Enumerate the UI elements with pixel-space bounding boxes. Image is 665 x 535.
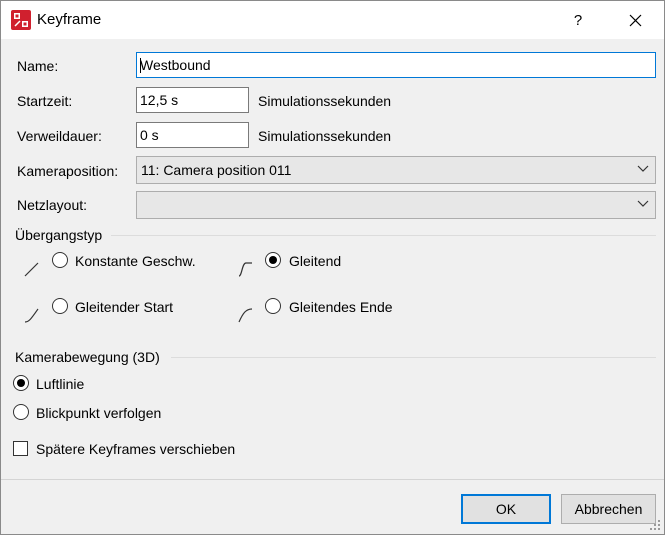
name-value: Westbound — [140, 57, 211, 73]
shift-keyframes-label: Spätere Keyframes verschieben — [36, 441, 236, 457]
transition-smooth-radio[interactable] — [265, 252, 281, 268]
start-time-input[interactable]: 12,5 s — [136, 87, 249, 113]
camera-position-label: Kameraposition: — [17, 163, 119, 179]
transition-linear-radio[interactable] — [52, 252, 68, 268]
dwell-time-unit: Simulationssekunden — [258, 128, 392, 144]
transition-ease-in-label: Gleitender Start — [75, 299, 174, 315]
name-label: Name: — [17, 58, 59, 74]
smooth-curve-icon — [238, 262, 252, 277]
start-time-unit: Simulationssekunden — [258, 93, 392, 109]
help-button[interactable]: ? — [556, 1, 600, 39]
start-time-label: Startzeit: — [17, 93, 73, 109]
camera-position-select[interactable]: 11: Camera position 011 — [136, 156, 656, 184]
app-logo-icon — [11, 10, 31, 30]
chevron-down-icon — [637, 200, 649, 207]
cancel-button[interactable]: Abbrechen — [561, 494, 656, 524]
transition-group-label: Übergangstyp — [15, 227, 103, 243]
camera-motion-group-label: Kamerabewegung (3D) — [15, 349, 160, 365]
dwell-time-value: 0 s — [140, 127, 159, 143]
ease-in-curve-icon — [24, 308, 39, 323]
camera-motion-straight-radio[interactable] — [13, 375, 29, 391]
camera-position-value: 11: Camera position 011 — [141, 162, 292, 178]
window-title: Keyframe — [37, 11, 102, 28]
name-input[interactable]: Westbound — [136, 52, 656, 78]
net-layout-select[interactable] — [136, 191, 656, 219]
shift-keyframes-checkbox[interactable] — [13, 441, 28, 456]
dwell-time-label: Verweildauer: — [17, 128, 102, 144]
ok-button[interactable]: OK — [461, 494, 551, 524]
keyframe-dialog: Keyframe ? Name: Westbound Startzeit: 12… — [0, 0, 665, 535]
transition-ease-in-radio[interactable] — [52, 298, 68, 314]
linear-curve-icon — [24, 262, 39, 277]
net-layout-label: Netzlayout: — [17, 197, 88, 213]
title-bar: Keyframe ? — [1, 1, 664, 39]
camera-motion-follow-label: Blickpunkt verfolgen — [36, 405, 162, 421]
start-time-value: 12,5 s — [140, 92, 179, 108]
ease-out-curve-icon — [238, 308, 253, 323]
group-divider — [171, 357, 656, 358]
close-button[interactable] — [613, 1, 657, 39]
footer-divider — [1, 479, 664, 480]
resize-grip-icon[interactable] — [649, 519, 661, 531]
transition-ease-out-label: Gleitendes Ende — [289, 299, 393, 315]
camera-motion-straight-label: Luftlinie — [36, 376, 85, 392]
dwell-time-input[interactable]: 0 s — [136, 122, 249, 148]
camera-motion-follow-radio[interactable] — [13, 404, 29, 420]
group-divider — [111, 235, 656, 236]
transition-linear-label: Konstante Geschw. — [75, 253, 196, 269]
transition-ease-out-radio[interactable] — [265, 298, 281, 314]
transition-smooth-label: Gleitend — [289, 253, 342, 269]
close-icon — [629, 14, 641, 26]
chevron-down-icon — [637, 165, 649, 172]
help-label: ? — [573, 11, 583, 29]
